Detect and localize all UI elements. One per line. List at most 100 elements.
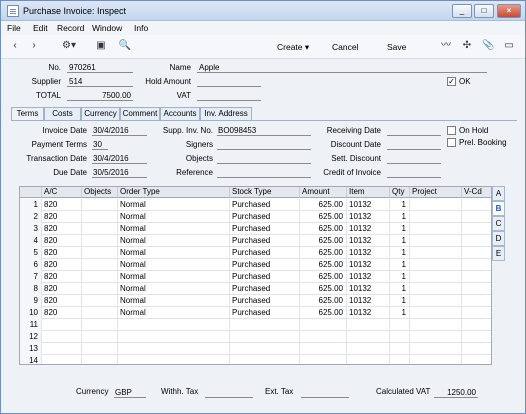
- cell-project[interactable]: [410, 235, 462, 247]
- menu-window[interactable]: Window: [92, 23, 122, 33]
- cell-item[interactable]: 10132: [347, 259, 390, 271]
- cell-amount[interactable]: [300, 355, 347, 364]
- transaction-date-field[interactable]: 30/4/2016: [92, 154, 147, 164]
- cell-qty[interactable]: [390, 331, 410, 343]
- table-row[interactable]: 9820NormalPurchased625.001013211: [20, 295, 491, 307]
- reference-field[interactable]: [217, 168, 311, 178]
- grid-header-objects[interactable]: Objects: [82, 187, 118, 198]
- menu-info[interactable]: Info: [134, 23, 148, 33]
- grid-header-qty[interactable]: Qty: [390, 187, 410, 198]
- grid-header-vcd[interactable]: V-Cd: [462, 187, 491, 198]
- cell-objects[interactable]: [82, 283, 118, 295]
- cell-amount[interactable]: 625.00: [300, 295, 347, 307]
- cell-stock-type[interactable]: Purchased: [230, 199, 300, 211]
- cell-ac[interactable]: [42, 355, 82, 364]
- cell-vcd[interactable]: 1: [462, 223, 491, 235]
- side-tab-a[interactable]: A: [492, 186, 505, 201]
- cell-vcd[interactable]: 1: [462, 211, 491, 223]
- cell-stock-type[interactable]: Purchased: [230, 283, 300, 295]
- ext-tax-field[interactable]: [301, 388, 349, 398]
- due-date-field[interactable]: 30/5/2016: [92, 168, 147, 178]
- side-tab-b[interactable]: B: [492, 201, 505, 216]
- menu-edit[interactable]: Edit: [33, 23, 48, 33]
- cell-item[interactable]: 10132: [347, 247, 390, 259]
- cell-item[interactable]: 10132: [347, 211, 390, 223]
- tab-currency[interactable]: Currency: [81, 107, 120, 120]
- cell-order-type[interactable]: Normal: [118, 247, 230, 259]
- cell-ac[interactable]: 820: [42, 259, 82, 271]
- cell-item[interactable]: 10132: [347, 271, 390, 283]
- side-tab-c[interactable]: C: [492, 216, 505, 231]
- cell-objects[interactable]: [82, 211, 118, 223]
- folder-icon[interactable]: ▭: [503, 40, 515, 52]
- invoice-date-field[interactable]: 30/4/2016: [92, 126, 147, 136]
- cell-qty[interactable]: 1: [390, 259, 410, 271]
- cell-ac[interactable]: [42, 343, 82, 355]
- cell-qty[interactable]: 1: [390, 295, 410, 307]
- cell-vcd[interactable]: 1: [462, 199, 491, 211]
- cell-project[interactable]: [410, 271, 462, 283]
- cell-item[interactable]: [347, 343, 390, 355]
- cell-stock-type[interactable]: Purchased: [230, 235, 300, 247]
- cell-project[interactable]: [410, 331, 462, 343]
- table-row[interactable]: 10820NormalPurchased625.001013211: [20, 307, 491, 319]
- cell-vcd[interactable]: [462, 319, 491, 331]
- cell-objects[interactable]: [82, 235, 118, 247]
- cell-vcd[interactable]: 1: [462, 235, 491, 247]
- cell-project[interactable]: [410, 307, 462, 319]
- cell-ac[interactable]: [42, 331, 82, 343]
- cell-ac[interactable]: 820: [42, 235, 82, 247]
- cell-vcd[interactable]: 1: [462, 307, 491, 319]
- credit-of-invoice-field[interactable]: [387, 168, 441, 178]
- tab-accounts[interactable]: Accounts: [160, 107, 200, 120]
- gear-icon[interactable]: ⚙▾: [61, 40, 77, 52]
- discount-date-field[interactable]: [387, 140, 441, 150]
- cell-vcd[interactable]: 1: [462, 283, 491, 295]
- cell-qty[interactable]: [390, 319, 410, 331]
- maximize-button[interactable]: □: [474, 4, 494, 18]
- table-row[interactable]: 2820NormalPurchased625.001013211: [20, 211, 491, 223]
- prel-booking-checkbox[interactable]: [447, 138, 456, 147]
- grid-header-stock-type[interactable]: Stock Type: [230, 187, 300, 198]
- cancel-button[interactable]: Cancel: [332, 42, 358, 52]
- cell-qty[interactable]: 1: [390, 235, 410, 247]
- table-row[interactable]: 13: [20, 343, 491, 355]
- next-record-icon[interactable]: ›: [28, 40, 40, 52]
- table-row[interactable]: 8820NormalPurchased625.001013211: [20, 283, 491, 295]
- cell-vcd[interactable]: 1: [462, 271, 491, 283]
- cell-stock-type[interactable]: Purchased: [230, 211, 300, 223]
- cell-qty[interactable]: 1: [390, 307, 410, 319]
- cell-amount[interactable]: 625.00: [300, 307, 347, 319]
- cell-stock-type[interactable]: Purchased: [230, 223, 300, 235]
- table-row[interactable]: 4820NormalPurchased625.001013211: [20, 235, 491, 247]
- cell-order-type[interactable]: Normal: [118, 223, 230, 235]
- menu-file[interactable]: File: [7, 23, 21, 33]
- close-button[interactable]: ×: [497, 4, 521, 18]
- cell-project[interactable]: [410, 223, 462, 235]
- cell-stock-type[interactable]: Purchased: [230, 295, 300, 307]
- cell-project[interactable]: [410, 355, 462, 364]
- cell-amount[interactable]: 625.00: [300, 283, 347, 295]
- cell-ac[interactable]: 820: [42, 295, 82, 307]
- create-button[interactable]: Create ▾: [277, 42, 309, 53]
- minimize-button[interactable]: _: [452, 4, 472, 18]
- cell-ac[interactable]: [42, 319, 82, 331]
- cell-amount[interactable]: [300, 319, 347, 331]
- grid-header-project[interactable]: Project: [410, 187, 462, 198]
- cell-project[interactable]: [410, 343, 462, 355]
- cell-ac[interactable]: 820: [42, 211, 82, 223]
- cell-amount[interactable]: 625.00: [300, 223, 347, 235]
- cell-stock-type[interactable]: Purchased: [230, 307, 300, 319]
- print-preview-icon[interactable]: 🔍: [117, 40, 133, 52]
- cell-qty[interactable]: 1: [390, 283, 410, 295]
- cell-amount[interactable]: 625.00: [300, 247, 347, 259]
- tab-inv-address[interactable]: Inv. Address: [200, 107, 252, 120]
- cell-project[interactable]: [410, 211, 462, 223]
- cell-item[interactable]: [347, 355, 390, 364]
- cell-project[interactable]: [410, 295, 462, 307]
- table-row[interactable]: 14: [20, 355, 491, 364]
- cell-item[interactable]: 10132: [347, 199, 390, 211]
- grid-header-ac[interactable]: A/C: [42, 187, 82, 198]
- cell-order-type[interactable]: [118, 343, 230, 355]
- cell-amount[interactable]: [300, 331, 347, 343]
